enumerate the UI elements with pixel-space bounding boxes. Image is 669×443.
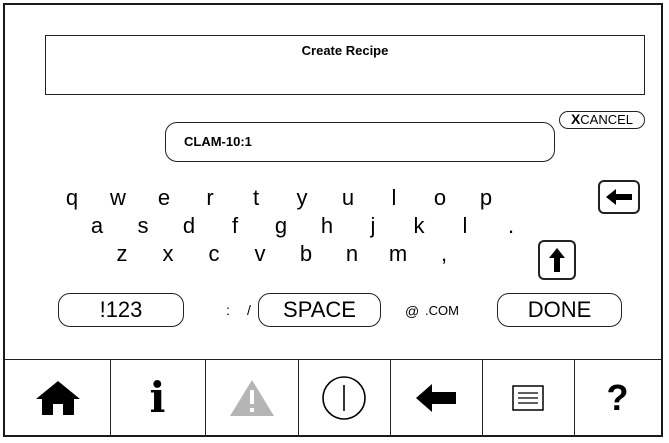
home-icon <box>35 381 80 415</box>
key-w[interactable]: w <box>105 187 131 209</box>
recipe-name-input[interactable]: CLAM-10:1 <box>165 122 555 162</box>
warning-button[interactable] <box>205 360 298 436</box>
help-icon: ? <box>606 377 629 418</box>
key-at[interactable]: @ <box>405 303 419 319</box>
backspace-key[interactable] <box>598 180 640 214</box>
key-b[interactable]: b <box>293 243 319 265</box>
space-key[interactable]: SPACE <box>258 293 381 327</box>
back-button[interactable] <box>390 360 482 436</box>
key-i[interactable]: l <box>381 187 407 209</box>
key-t[interactable]: t <box>243 187 269 209</box>
key-d[interactable]: d <box>176 215 202 237</box>
key-k[interactable]: k <box>406 215 432 237</box>
key-n[interactable]: n <box>339 243 365 265</box>
menu-list-icon <box>512 385 544 411</box>
home-button[interactable] <box>5 360 110 436</box>
key-x[interactable]: x <box>155 243 181 265</box>
warning-icon <box>229 380 274 416</box>
key-v[interactable]: v <box>247 243 273 265</box>
key-s[interactable]: s <box>130 215 156 237</box>
key-f[interactable]: f <box>222 215 248 237</box>
info-icon: i <box>149 373 166 422</box>
backspace-arrow-icon <box>606 189 632 205</box>
power-button[interactable] <box>298 360 390 436</box>
menu-button[interactable] <box>482 360 574 436</box>
cancel-label: CANCEL <box>580 112 634 127</box>
key-y[interactable]: y <box>289 187 315 209</box>
key-a[interactable]: a <box>84 215 110 237</box>
key-comma[interactable]: , <box>431 243 457 265</box>
key-e[interactable]: e <box>151 187 177 209</box>
cancel-button[interactable]: XCANCEL <box>559 111 645 129</box>
title-bar: Create Recipe <box>45 35 645 95</box>
key-u[interactable]: u <box>335 187 361 209</box>
symbols-key[interactable]: !123 <box>58 293 184 327</box>
key-j[interactable]: j <box>360 215 386 237</box>
back-arrow-icon <box>416 384 456 412</box>
help-button[interactable]: ? <box>574 360 661 436</box>
shift-key[interactable] <box>538 240 576 280</box>
bottom-toolbar: i ? <box>5 359 661 436</box>
info-button[interactable]: i <box>110 360 205 436</box>
key-c[interactable]: c <box>201 243 227 265</box>
shift-arrow-icon <box>549 248 565 272</box>
key-h[interactable]: h <box>314 215 340 237</box>
key-slash[interactable]: / <box>247 302 251 318</box>
key-o[interactable]: o <box>427 187 453 209</box>
key-r[interactable]: r <box>197 187 223 209</box>
page-title: Create Recipe <box>301 43 389 58</box>
key-colon[interactable]: : <box>226 302 230 318</box>
power-icon <box>322 376 366 420</box>
key-z[interactable]: z <box>109 243 135 265</box>
key-p[interactable]: p <box>473 187 499 209</box>
done-key[interactable]: DONE <box>497 293 622 327</box>
cancel-x-icon: X <box>570 111 581 127</box>
key-q[interactable]: q <box>59 187 85 209</box>
key-dotcom[interactable]: .COM <box>425 303 459 319</box>
screen-frame: Create Recipe XCANCEL CLAM-10:1 q w e r … <box>3 3 663 437</box>
key-g[interactable]: g <box>268 215 294 237</box>
key-l[interactable]: l <box>452 215 478 237</box>
key-period[interactable]: . <box>498 215 524 237</box>
key-m[interactable]: m <box>385 243 411 265</box>
